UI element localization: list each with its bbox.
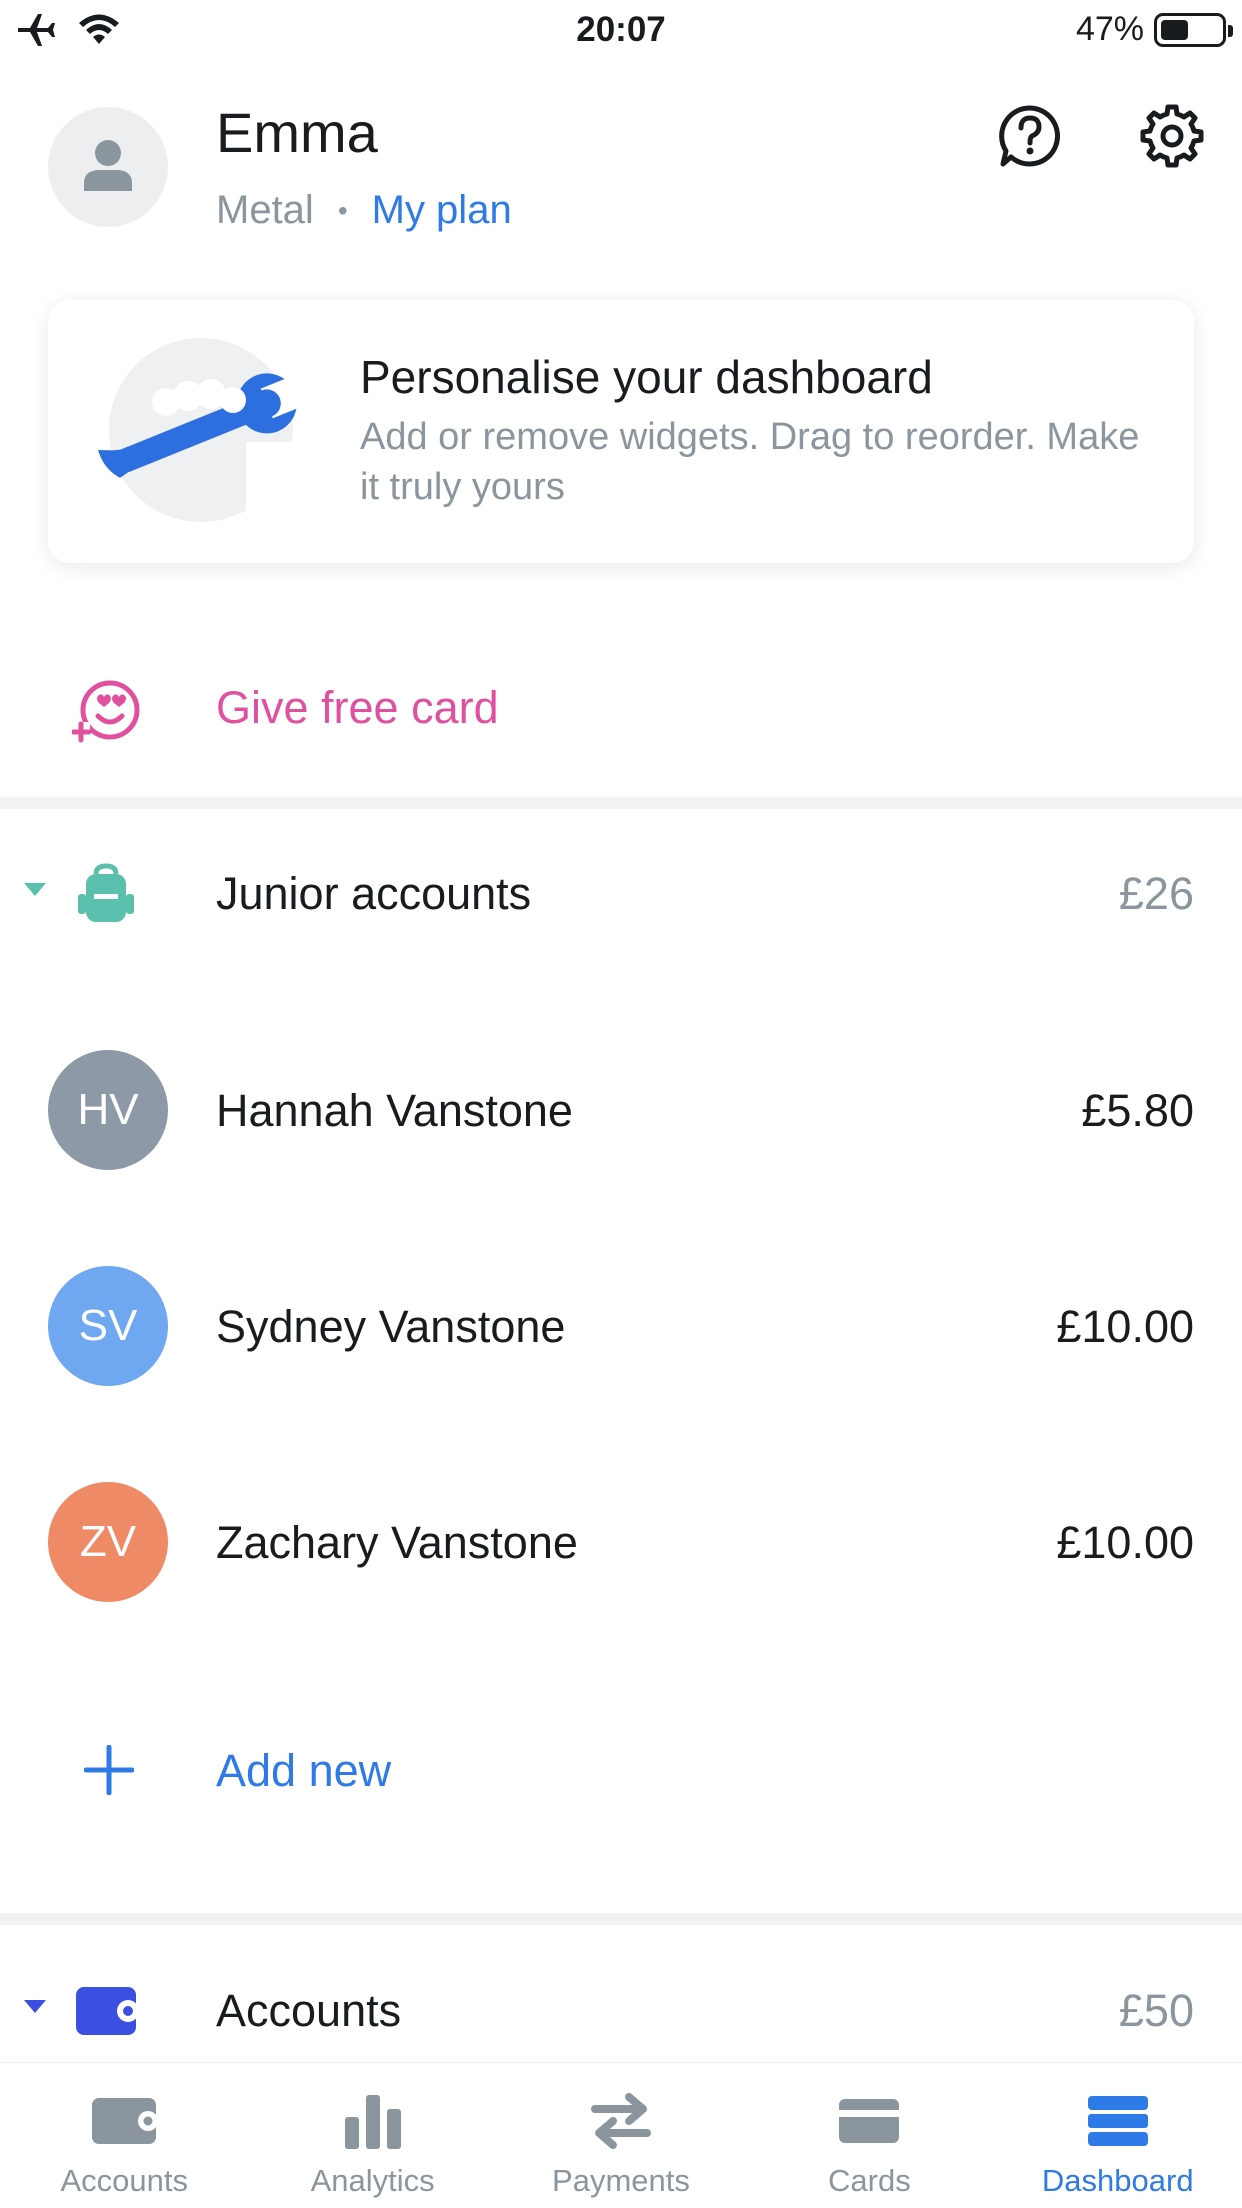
promo-body: Add or remove widgets. Drag to reorder. … — [360, 416, 1140, 508]
avatar[interactable] — [48, 107, 168, 227]
accounts-total: £50 — [1118, 1985, 1194, 2036]
dashboard-icon — [1082, 2091, 1154, 2151]
member-avatar: ZV — [48, 1482, 168, 1602]
status-right: 47% — [1075, 10, 1233, 49]
tab-cards[interactable]: Cards — [745, 2063, 993, 2208]
help-icon — [997, 103, 1063, 174]
member-amount: £10.00 — [1056, 1517, 1194, 1568]
heart-eyes-icon — [70, 676, 142, 746]
member-amount: £5.80 — [1081, 1085, 1194, 1136]
add-new-button[interactable]: Add new — [0, 1715, 1242, 1825]
bar-chart-icon — [337, 2091, 409, 2151]
member-avatar: SV — [48, 1266, 168, 1386]
tab-analytics[interactable]: Analytics — [248, 2063, 496, 2208]
battery-tip — [1228, 24, 1233, 37]
profile-name[interactable]: Emma — [216, 100, 378, 165]
tab-payments[interactable]: Payments — [497, 2063, 745, 2208]
bottom-tab-bar: Accounts Analytics Payments Cards Dashbo… — [0, 2062, 1242, 2208]
tab-label: Payments — [552, 2163, 690, 2198]
member-name: Hannah Vanstone — [216, 1085, 573, 1136]
transfer-arrows-icon — [585, 2091, 657, 2151]
member-name: Sydney Vanstone — [216, 1301, 566, 1352]
junior-accounts-title: Junior accounts — [216, 868, 532, 919]
help-button[interactable] — [997, 103, 1063, 174]
plus-icon — [83, 1744, 135, 1796]
battery-fill — [1161, 19, 1189, 40]
collapse-caret-icon[interactable] — [24, 2000, 46, 2013]
member-amount: £10.00 — [1056, 1301, 1194, 1352]
status-time: 20:07 — [576, 10, 666, 49]
settings-button[interactable] — [1139, 103, 1205, 174]
personalise-card[interactable]: Personalise your dashboard Add or remove… — [48, 300, 1194, 563]
status-bar: 20:07 47% — [0, 0, 1242, 62]
section-divider — [0, 1913, 1242, 1925]
profile-subtitle: Metal • My plan — [216, 188, 512, 233]
tab-label: Accounts — [60, 2163, 188, 2198]
separator-dot: • — [337, 194, 348, 226]
card-icon — [833, 2091, 905, 2151]
tab-label: Cards — [828, 2163, 911, 2198]
avatar-icon — [82, 137, 134, 198]
accounts-title: Accounts — [216, 1985, 402, 2036]
battery-icon — [1154, 12, 1233, 47]
wallet-icon — [74, 1979, 139, 2043]
member-name: Zachary Vanstone — [216, 1517, 578, 1568]
my-plan-link[interactable]: My plan — [372, 188, 512, 233]
junior-accounts-total: £26 — [1118, 868, 1194, 919]
accounts-header[interactable]: Accounts £50 — [0, 1955, 1242, 2065]
add-new-label: Add new — [216, 1745, 392, 1796]
junior-accounts-header[interactable]: Junior accounts £26 — [0, 838, 1242, 948]
gear-icon — [1139, 103, 1205, 174]
tab-label: Dashboard — [1041, 2163, 1194, 2198]
section-divider — [0, 797, 1242, 809]
backpack-icon — [74, 862, 138, 926]
give-free-card-row[interactable]: Give free card — [0, 648, 1242, 768]
tab-accounts[interactable]: Accounts — [0, 2063, 248, 2208]
wallet-icon — [88, 2091, 160, 2151]
junior-member-row[interactable]: SV Sydney Vanstone £10.00 — [0, 1261, 1242, 1391]
member-avatar: HV — [48, 1050, 168, 1170]
battery-percent: 47% — [1075, 10, 1144, 48]
plan-tier: Metal — [216, 188, 314, 232]
junior-member-row[interactable]: ZV Zachary Vanstone £10.00 — [0, 1477, 1242, 1607]
collapse-caret-icon[interactable] — [24, 883, 46, 896]
tab-label: Analytics — [310, 2163, 435, 2198]
junior-member-row[interactable]: HV Hannah Vanstone £5.80 — [0, 1045, 1242, 1175]
give-free-card-label: Give free card — [216, 682, 499, 733]
tab-dashboard[interactable]: Dashboard — [994, 2063, 1242, 2208]
promo-title: Personalise your dashboard — [360, 351, 933, 403]
wrench-illustration — [96, 330, 306, 532]
